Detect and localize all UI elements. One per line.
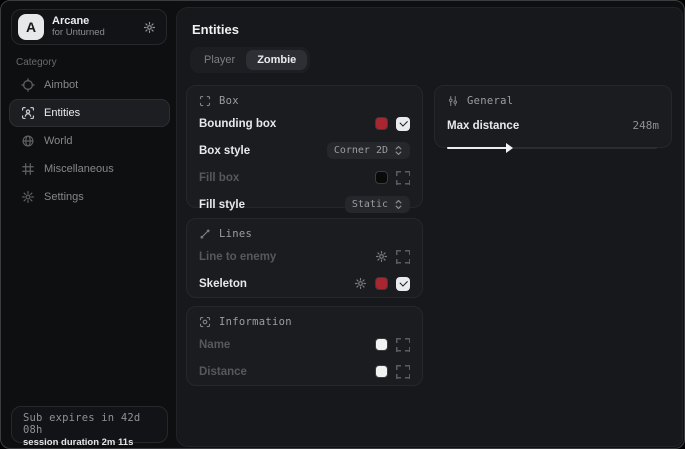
sidebar-item-entities[interactable]: Entities bbox=[9, 99, 170, 127]
card-title: Information bbox=[219, 316, 292, 328]
sidebar-item-aimbot[interactable]: Aimbot bbox=[9, 71, 170, 99]
setting-label: Name bbox=[199, 339, 230, 351]
setting-label: Line to enemy bbox=[199, 251, 276, 263]
setting-row-max-distance: Max distance 248m bbox=[447, 115, 659, 136]
sidebar-item-label: Entities bbox=[44, 107, 80, 119]
category-label: Category bbox=[16, 57, 57, 68]
color-swatch[interactable] bbox=[375, 277, 388, 290]
sidebar-item-label: Aimbot bbox=[44, 79, 78, 91]
checkbox-checked[interactable] bbox=[396, 117, 410, 131]
gear-icon bbox=[21, 190, 35, 204]
subscription-info: Sub expires in 42d 08h session duration … bbox=[11, 406, 168, 443]
max-distance-slider[interactable] bbox=[447, 144, 659, 152]
setting-label: Fill box bbox=[199, 172, 239, 184]
box-card: Box Bounding box Box style Corner 2D bbox=[186, 85, 423, 208]
checkbox-unchecked[interactable] bbox=[396, 338, 410, 352]
tab-player[interactable]: Player bbox=[193, 50, 246, 70]
session-duration-text: session duration 2m 11s bbox=[23, 437, 156, 448]
card-title: Lines bbox=[219, 228, 252, 240]
setting-label: Fill style bbox=[199, 199, 245, 211]
card-title: Box bbox=[219, 95, 239, 107]
sidebar-item-label: Miscellaneous bbox=[44, 163, 114, 175]
app-subtitle: for Unturned bbox=[52, 28, 143, 39]
color-swatch[interactable] bbox=[375, 365, 388, 378]
page-title: Entities bbox=[192, 22, 239, 37]
slider-fill bbox=[447, 147, 508, 149]
sidebar-gear-icon[interactable] bbox=[143, 21, 156, 34]
app-header: A Arcane for Unturned bbox=[11, 9, 167, 45]
line-icon bbox=[199, 228, 211, 240]
setting-label: Bounding box bbox=[199, 118, 276, 130]
color-swatch[interactable] bbox=[375, 171, 388, 184]
checkbox-checked[interactable] bbox=[396, 277, 410, 291]
crosshair-icon bbox=[21, 78, 35, 92]
app-logo: A bbox=[18, 14, 44, 40]
checkbox-unchecked[interactable] bbox=[396, 365, 410, 379]
setting-label: Max distance bbox=[447, 120, 519, 132]
box-style-dropdown[interactable]: Corner 2D bbox=[327, 142, 410, 159]
sidebar: A Arcane for Unturned Category Aimbot En… bbox=[1, 1, 176, 448]
color-swatch[interactable] bbox=[375, 338, 388, 351]
sidebar-item-label: World bbox=[44, 135, 73, 147]
dropdown-value: Corner 2D bbox=[334, 145, 388, 156]
row-settings-gear-icon[interactable] bbox=[375, 250, 388, 263]
color-swatch[interactable] bbox=[375, 117, 388, 130]
box-select-icon bbox=[199, 95, 211, 107]
card-title: General bbox=[467, 95, 513, 107]
sliders-icon bbox=[447, 95, 459, 107]
sidebar-item-miscellaneous[interactable]: Miscellaneous bbox=[9, 155, 170, 183]
globe-icon bbox=[21, 134, 35, 148]
chevron-up-down-icon bbox=[394, 199, 403, 210]
app-window: A Arcane for Unturned Category Aimbot En… bbox=[0, 0, 685, 449]
sidebar-item-world[interactable]: World bbox=[9, 127, 170, 155]
setting-row-skeleton: Skeleton bbox=[199, 273, 410, 294]
information-card: Information Name Distance bbox=[186, 306, 423, 386]
checkbox-unchecked[interactable] bbox=[396, 171, 410, 185]
scan-person-icon bbox=[21, 106, 35, 120]
slider-thumb[interactable] bbox=[506, 143, 513, 153]
sidebar-nav: Aimbot Entities World Miscellaneous Sett… bbox=[9, 71, 170, 211]
checkbox-unchecked[interactable] bbox=[396, 250, 410, 264]
scan-circle-icon bbox=[199, 316, 211, 328]
tab-zombie[interactable]: Zombie bbox=[246, 50, 307, 70]
setting-label: Distance bbox=[199, 366, 247, 378]
setting-row-line-to-enemy: Line to enemy bbox=[199, 246, 410, 267]
chevron-up-down-icon bbox=[394, 145, 403, 156]
general-card: General Max distance 248m bbox=[434, 85, 672, 148]
main-panel: Entities Player Zombie Box Bounding box … bbox=[176, 7, 683, 447]
max-distance-value: 248m bbox=[633, 119, 660, 132]
screen: A Arcane for Unturned Category Aimbot En… bbox=[0, 0, 685, 449]
setting-row-fill-style: Fill style Static bbox=[199, 194, 410, 215]
setting-label: Box style bbox=[199, 145, 250, 157]
sidebar-item-label: Settings bbox=[44, 191, 84, 203]
setting-row-box-style: Box style Corner 2D bbox=[199, 140, 410, 161]
lines-card: Lines Line to enemy Skeleton bbox=[186, 218, 423, 298]
app-name: Arcane bbox=[52, 15, 143, 28]
grid-icon bbox=[21, 162, 35, 176]
setting-row-name: Name bbox=[199, 334, 410, 355]
sidebar-item-settings[interactable]: Settings bbox=[9, 183, 170, 211]
setting-row-fill-box: Fill box bbox=[199, 167, 410, 188]
row-settings-gear-icon[interactable] bbox=[354, 277, 367, 290]
setting-label: Skeleton bbox=[199, 278, 247, 290]
dropdown-value: Static bbox=[352, 199, 388, 210]
fill-style-dropdown[interactable]: Static bbox=[345, 196, 410, 213]
setting-row-bounding-box: Bounding box bbox=[199, 113, 410, 134]
sub-expires-text: Sub expires in 42d 08h bbox=[23, 412, 156, 436]
entity-tabbar: Player Zombie bbox=[190, 47, 310, 73]
setting-row-distance: Distance bbox=[199, 361, 410, 382]
